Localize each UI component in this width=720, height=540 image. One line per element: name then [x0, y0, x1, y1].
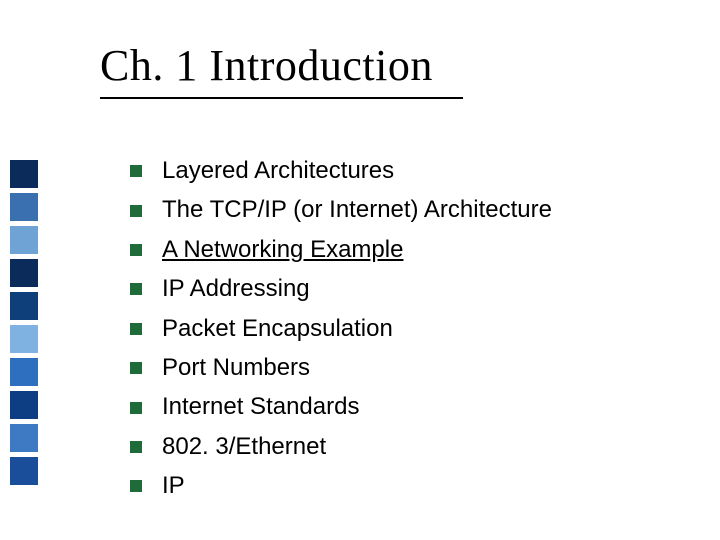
deco-square — [10, 193, 38, 221]
list-item: Port Numbers — [130, 352, 670, 384]
list-item-label: Packet Encapsulation — [162, 313, 393, 345]
square-bullet-icon — [130, 165, 142, 177]
deco-square — [10, 226, 38, 254]
deco-square — [10, 259, 38, 287]
square-bullet-icon — [130, 480, 142, 492]
list-item-label: IP — [162, 470, 185, 502]
deco-square — [10, 358, 38, 386]
square-bullet-icon — [130, 441, 142, 453]
square-bullet-icon — [130, 283, 142, 295]
deco-square — [10, 292, 38, 320]
deco-square — [10, 325, 38, 353]
list-item: The TCP/IP (or Internet) Architecture — [130, 194, 670, 226]
list-item-label: IP Addressing — [162, 273, 310, 305]
side-decoration — [0, 155, 50, 490]
list-item: Internet Standards — [130, 391, 670, 423]
slide-title: Ch. 1 Introduction — [100, 40, 463, 99]
list-item-label: 802. 3/Ethernet — [162, 431, 326, 463]
square-bullet-icon — [130, 323, 142, 335]
square-bullet-icon — [130, 402, 142, 414]
list-item[interactable]: A Networking Example — [130, 234, 670, 266]
square-bullet-icon — [130, 244, 142, 256]
list-item: 802. 3/Ethernet — [130, 431, 670, 463]
deco-square — [10, 457, 38, 485]
list-item-label: A Networking Example — [162, 234, 403, 266]
square-bullet-icon — [130, 362, 142, 374]
list-item-label: Internet Standards — [162, 391, 359, 423]
slide: Ch. 1 Introduction Layered Architectures… — [0, 0, 720, 540]
list-item: IP — [130, 470, 670, 502]
square-bullet-icon — [130, 205, 142, 217]
list-item-label: The TCP/IP (or Internet) Architecture — [162, 194, 552, 226]
list-item-label: Port Numbers — [162, 352, 310, 384]
list-item: IP Addressing — [130, 273, 670, 305]
deco-square — [10, 160, 38, 188]
deco-square — [10, 391, 38, 419]
deco-square — [10, 424, 38, 452]
bullet-list: Layered Architectures The TCP/IP (or Inte… — [130, 155, 670, 510]
list-item: Packet Encapsulation — [130, 313, 670, 345]
list-item: Layered Architectures — [130, 155, 670, 187]
list-item-label: Layered Architectures — [162, 155, 394, 187]
